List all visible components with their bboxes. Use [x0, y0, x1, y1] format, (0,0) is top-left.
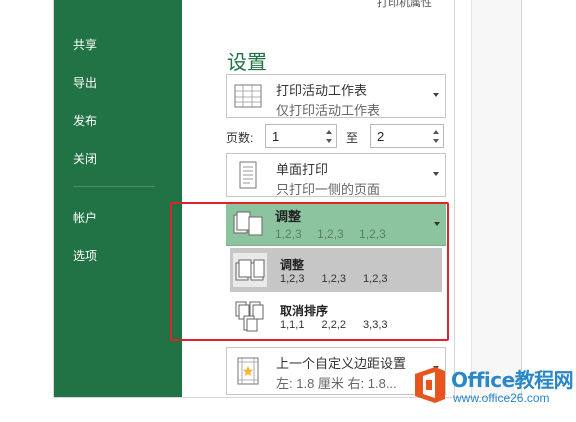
- print-what-subtitle: 仅打印活动工作表: [276, 103, 381, 118]
- printer-properties-link[interactable]: 打印机属性: [377, 0, 432, 10]
- collated-icon: [233, 253, 267, 287]
- print-sides-dropdown[interactable]: 单面打印 只打印一侧的页面: [226, 153, 446, 197]
- sidebar-item-account[interactable]: 帐户: [73, 209, 97, 226]
- collate-subtitle: 1,2,3 1,2,3 1,2,3: [275, 227, 386, 241]
- print-sides-title: 单面打印: [276, 162, 329, 177]
- collate-option-collated[interactable]: 调整 1,2,3 1,2,3 1,2,3: [230, 248, 442, 292]
- office-logo-icon: [415, 367, 445, 403]
- watermark-url: www.office26.com: [453, 391, 550, 405]
- pages-from-value: 1: [272, 129, 280, 144]
- backstage-window: 共享 导出 发布 关闭 帐户 选项 打印机属性 设置 打印活动工作表 仅打印活动…: [53, 0, 522, 398]
- sidebar-divider: [73, 186, 155, 187]
- uncollate-option-title: 取消排序: [280, 304, 329, 318]
- worksheet-icon: [234, 84, 262, 108]
- sidebar-item-publish[interactable]: 发布: [73, 112, 97, 129]
- print-what-title: 打印活动工作表: [276, 83, 368, 98]
- spin-down-icon[interactable]: [326, 139, 332, 143]
- sidebar-item-close[interactable]: 关闭: [73, 150, 97, 167]
- pages-to-value: 2: [377, 129, 385, 144]
- uncollated-icon: [235, 301, 264, 332]
- watermark: Office教程网 www.office26.com: [413, 362, 574, 410]
- single-sided-icon: [239, 161, 257, 189]
- spin-down-icon[interactable]: [433, 139, 439, 143]
- pages-from-input[interactable]: 1: [265, 124, 337, 148]
- settings-title: 设置: [227, 52, 267, 74]
- margins-subtitle: 左: 1.8 厘米 右: 1.8...: [276, 376, 397, 391]
- collate-option-uncollated[interactable]: 取消排序 1,1,1 2,2,2 3,3,3: [230, 294, 442, 338]
- pages-range: 页数: 1 至 2: [226, 124, 446, 148]
- sidebar-item-export[interactable]: 导出: [73, 74, 97, 91]
- spin-up-icon[interactable]: [326, 130, 332, 134]
- uncollate-option-subtitle: 1,1,1 2,2,2 3,3,3: [280, 319, 388, 331]
- collate-dropdown[interactable]: 调整 1,2,3 1,2,3 1,2,3: [226, 202, 446, 246]
- collated-icon: [233, 211, 263, 236]
- pages-to-input[interactable]: 2: [370, 124, 444, 148]
- custom-margins-icon: [237, 357, 259, 385]
- panel-divider: [454, 0, 455, 397]
- spin-up-icon[interactable]: [433, 130, 439, 134]
- chevron-down-icon: [433, 93, 439, 97]
- pages-to-label: 至: [346, 131, 359, 145]
- chevron-down-icon: [433, 172, 439, 176]
- print-sides-subtitle: 只打印一侧的页面: [276, 182, 381, 197]
- sidebar-item-options[interactable]: 选项: [73, 247, 97, 264]
- collate-option-subtitle: 1,2,3 1,2,3 1,2,3: [280, 273, 388, 285]
- collate-title: 调整: [275, 209, 302, 224]
- chevron-down-icon: [434, 222, 440, 226]
- preview-pane: [472, 0, 521, 397]
- pages-label: 页数:: [226, 131, 254, 145]
- margins-title: 上一个自定义边距设置: [276, 356, 407, 371]
- backstage-sidebar: 共享 导出 发布 关闭 帐户 选项: [54, 0, 182, 397]
- print-what-dropdown[interactable]: 打印活动工作表 仅打印活动工作表: [226, 74, 446, 118]
- collate-options-list: 调整 1,2,3 1,2,3 1,2,3 取消排序 1,1,1 2,2,2 3,…: [226, 246, 446, 340]
- print-settings-panel: 打印机属性 设置 打印活动工作表 仅打印活动工作表 页数: 1 至 2 单面打印…: [182, 0, 521, 397]
- watermark-brand: Office教程网: [451, 368, 574, 392]
- sidebar-item-share[interactable]: 共享: [73, 36, 97, 53]
- collate-option-title: 调整: [280, 258, 305, 272]
